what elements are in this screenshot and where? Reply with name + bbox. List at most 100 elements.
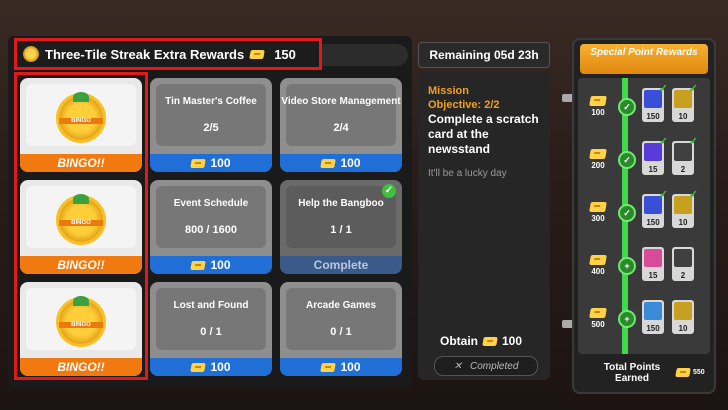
threshold-value: 200: [591, 161, 605, 170]
item-icon: [644, 249, 662, 267]
tier-threshold: 300: [586, 202, 610, 223]
check-icon: ✓: [658, 136, 668, 148]
task-card[interactable]: Video Store Management 2/4 100: [280, 78, 402, 172]
task-name: Video Store Management: [281, 96, 401, 107]
ticket-icon: [320, 158, 337, 168]
card-face: [156, 84, 266, 146]
reward-value: 100: [210, 360, 231, 374]
ticket-icon: [190, 362, 207, 372]
threshold-value: 400: [591, 267, 605, 276]
plus-icon: +: [618, 257, 636, 275]
obtain-reward: Obtain 100: [440, 334, 522, 348]
item-qty: 150: [646, 218, 660, 227]
bingo-badge-icon: BINGO: [59, 296, 103, 344]
header-bar: [322, 44, 408, 66]
obtain-value: 100: [502, 334, 523, 348]
reward-item[interactable]: 10: [672, 300, 694, 334]
item-qty: 150: [646, 112, 660, 121]
card-face: [286, 84, 396, 146]
check-icon: ✓: [618, 98, 636, 116]
mission-heading: Mission Objective: 2/2: [428, 85, 500, 111]
badge-text: BINGO: [59, 322, 103, 328]
reward-item[interactable]: 10 ✓: [672, 83, 698, 122]
reward-tier: 300 ✓ 150 ✓ 10 ✓: [578, 188, 710, 240]
reward-tier: 100 ✓ 150 ✓ 10 ✓: [578, 82, 710, 134]
card-face: [286, 186, 396, 248]
close-icon: ✕: [453, 360, 463, 372]
total-value: 550: [693, 369, 705, 376]
reward-tier: 200 ✓ 15 ✓ 2 ✓: [578, 135, 710, 187]
task-name: Arcade Games: [305, 300, 377, 311]
reward-tier: 500 +150 10: [578, 294, 710, 346]
bingo-label: BINGO!!: [20, 154, 142, 172]
ticket-icon: [589, 96, 607, 106]
card-face: [286, 288, 396, 350]
badge-text: BINGO: [59, 220, 103, 226]
card-face: BINGO: [26, 84, 136, 146]
task-name: Event Schedule: [173, 198, 249, 209]
reward-value: 100: [340, 360, 361, 374]
task-name: Lost and Found: [173, 300, 249, 311]
reward-item[interactable]: 150 ✓: [642, 83, 668, 122]
special-rewards-panel: Special Point Rewards 100 ✓ 150 ✓ 10 ✓ 200 ✓ 15 ✓…: [572, 38, 716, 394]
ticket-icon: [589, 202, 607, 212]
item-icon: [674, 302, 692, 320]
bingo-card[interactable]: BINGO BINGO!!: [20, 180, 142, 274]
check-icon: ✓: [382, 184, 396, 198]
reward-tier: 400 +15 2: [578, 241, 710, 293]
bingo-card[interactable]: BINGO BINGO!!: [20, 282, 142, 376]
check-icon: ✓: [688, 136, 698, 148]
complete-label: Complete: [280, 256, 402, 274]
mission-flavor: It'll be a lucky day: [428, 168, 507, 179]
total-label: Total Points Earned: [603, 362, 661, 384]
header-points: 150: [274, 46, 296, 62]
check-icon: ✓: [618, 204, 636, 222]
task-card[interactable]: Event Schedule 800 / 1600 100: [150, 180, 272, 274]
item-qty: 2: [680, 271, 686, 280]
special-rewards-list[interactable]: 100 ✓ 150 ✓ 10 ✓ 200 ✓ 15 ✓ 2 ✓ 300 ✓ 150 ✓ 10 ✓ 400 +15 2 50…: [578, 78, 710, 354]
reward-item[interactable]: 150: [642, 300, 664, 334]
task-progress: 0 / 1: [330, 326, 352, 338]
obtain-label: Obtain: [440, 334, 478, 348]
ticket-icon: [589, 149, 607, 159]
task-card[interactable]: Arcade Games 0 / 1 100: [280, 282, 402, 376]
threshold-value: 100: [591, 108, 605, 117]
badge-text: BINGO: [59, 118, 103, 124]
ticket-icon: [482, 336, 498, 346]
threshold-value: 300: [591, 214, 605, 223]
reward-item[interactable]: 10 ✓: [672, 189, 698, 228]
task-progress: 2/4: [333, 122, 349, 134]
special-title: Special Point Rewards: [580, 44, 708, 74]
reward-item[interactable]: 2: [672, 247, 694, 281]
tier-threshold: 500: [586, 308, 610, 329]
task-name: Tin Master's Coffee: [165, 96, 257, 107]
task-card[interactable]: Tin Master's Coffee 2/5 100: [150, 78, 272, 172]
reward-item[interactable]: 2 ✓: [672, 136, 698, 175]
completed-button[interactable]: ✕ Completed: [434, 356, 538, 376]
reward-value: 100: [340, 156, 361, 170]
item-icon: [644, 302, 662, 320]
bingo-badge-icon: BINGO: [59, 194, 103, 242]
task-reward: 100: [150, 256, 272, 274]
task-reward: 100: [150, 358, 272, 376]
task-reward: 100: [280, 358, 402, 376]
ticket-icon: [190, 158, 207, 168]
item-qty: 10: [678, 112, 688, 121]
check-icon: ✓: [658, 189, 668, 201]
task-progress: 0 / 1: [200, 326, 222, 338]
card-face: [156, 288, 266, 350]
reward-item[interactable]: 15 ✓: [642, 136, 668, 175]
task-card[interactable]: Lost and Found 0 / 1 100: [150, 282, 272, 376]
ticket-icon: [675, 368, 691, 377]
reward-item[interactable]: 15: [642, 247, 664, 281]
item-qty: 15: [648, 271, 658, 280]
task-card[interactable]: Help the Bangboo 1 / 1 ✓ Complete: [280, 180, 402, 274]
bingo-label: BINGO!!: [20, 358, 142, 376]
reward-item[interactable]: 150 ✓: [642, 189, 668, 228]
task-reward: 100: [150, 154, 272, 172]
check-icon: ✓: [688, 83, 698, 95]
card-face: BINGO: [26, 186, 136, 248]
bingo-card[interactable]: BINGO BINGO!!: [20, 78, 142, 172]
ticket-icon: [320, 362, 337, 372]
mission-text: Complete a scratch card at the newsstand: [428, 112, 539, 156]
